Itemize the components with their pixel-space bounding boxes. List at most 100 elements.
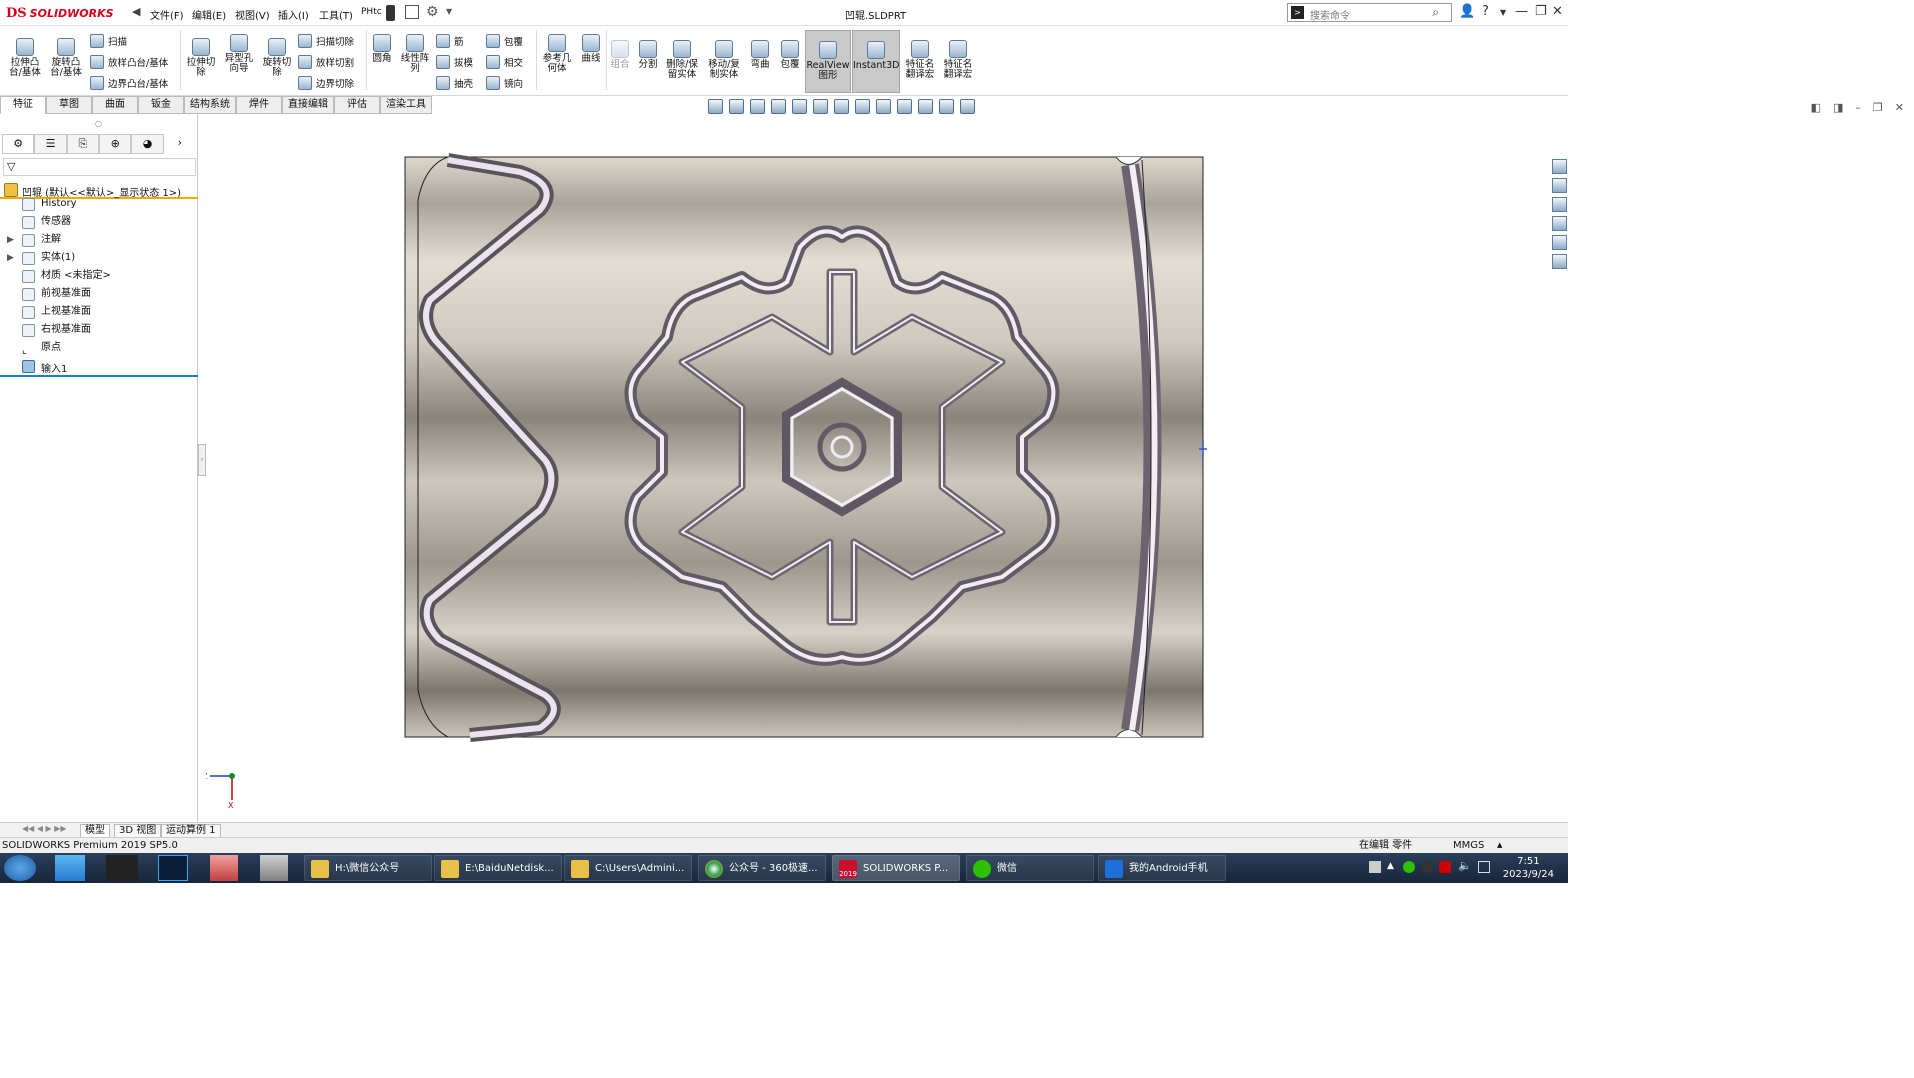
display-manager-tab-icon[interactable]: ◕ bbox=[131, 134, 164, 154]
tile-left-icon[interactable]: ◧ bbox=[1811, 101, 1821, 114]
tree-item-material[interactable]: 材质 <未指定> bbox=[0, 267, 198, 285]
menu-file[interactable]: 文件(F) bbox=[150, 7, 184, 22]
tree-item-annotations[interactable]: ▶ 注解 bbox=[0, 231, 198, 249]
tree-item-history[interactable]: History bbox=[0, 195, 198, 213]
previous-view-icon[interactable] bbox=[750, 99, 765, 114]
realview-graphics-button[interactable]: RealView 图形 bbox=[805, 30, 851, 93]
expand-panel-arrow-icon[interactable]: › bbox=[164, 134, 196, 154]
search-commands-field[interactable]: > 搜索命令 ⌕ bbox=[1287, 3, 1452, 22]
tab-scroll-arrows-icon[interactable]: ◀◀ ◀ ▶ ▶▶ bbox=[22, 824, 67, 833]
feature-name-macro-button[interactable]: 特征名 翻译宏 bbox=[902, 40, 938, 80]
start-button-icon[interactable] bbox=[4, 855, 36, 881]
restore-window-icon[interactable]: ❐ bbox=[1535, 4, 1547, 19]
view-orientation-icon[interactable] bbox=[813, 99, 828, 114]
tab-weldments[interactable]: 焊件 bbox=[236, 96, 282, 114]
curves-button[interactable]: 曲线 bbox=[578, 34, 604, 64]
sweep-button[interactable]: 扫描 bbox=[90, 34, 127, 48]
system-clock[interactable]: 7:51 2023/9/24 bbox=[1503, 855, 1554, 881]
taskbar-solidworks[interactable]: 2019 SOLIDWORKS P... bbox=[832, 855, 960, 881]
rib-button[interactable]: 筋 bbox=[436, 34, 464, 48]
custom-properties-icon[interactable] bbox=[1552, 254, 1567, 269]
appearances-scenes-icon[interactable] bbox=[1552, 235, 1567, 250]
monitor-icon[interactable] bbox=[960, 99, 975, 114]
tab-evaluate[interactable]: 评估 bbox=[334, 96, 380, 114]
tab-model[interactable]: 模型 bbox=[80, 824, 110, 838]
delete-keep-body-button[interactable]: 删除/保 留实体 bbox=[664, 40, 700, 80]
user-account-icon[interactable]: 👤 bbox=[1459, 4, 1475, 19]
menu-insert[interactable]: 插入(I) bbox=[278, 7, 309, 22]
tab-structure-system[interactable]: 结构系统 bbox=[184, 96, 236, 114]
view-palette-icon[interactable] bbox=[1552, 216, 1567, 231]
feature-manager-tab-icon[interactable]: ⚙ bbox=[2, 134, 35, 154]
help-dropdown-icon[interactable]: ▼ bbox=[1500, 8, 1506, 17]
menu-view[interactable]: 视图(V) bbox=[235, 7, 270, 22]
volume-icon[interactable]: 🔈 bbox=[1458, 859, 1472, 872]
apply-scene-icon[interactable] bbox=[897, 99, 912, 114]
linear-pattern-button[interactable]: 线性阵 列 bbox=[398, 34, 432, 74]
display-pane-icon[interactable] bbox=[939, 99, 954, 114]
photoshop-icon[interactable] bbox=[158, 855, 188, 881]
shell-button[interactable]: 抽壳 bbox=[436, 76, 473, 90]
edit-appearance-icon[interactable] bbox=[876, 99, 891, 114]
status-units[interactable]: MMGS bbox=[1453, 838, 1484, 853]
tab-features[interactable]: 特征 bbox=[0, 96, 46, 114]
taskbar-android-phone[interactable]: 我的Android手机 bbox=[1098, 855, 1226, 881]
tray-expand-icon[interactable]: ▲ bbox=[1387, 861, 1394, 871]
file-explorer-icon[interactable] bbox=[1552, 197, 1567, 212]
hide-show-items-icon[interactable] bbox=[855, 99, 870, 114]
revolve-boss-button[interactable]: 旋转凸 台/基体 bbox=[48, 38, 84, 78]
combine-button[interactable]: 组合 bbox=[608, 40, 632, 70]
tab-3d-views[interactable]: 3D 视图 bbox=[114, 824, 162, 838]
display-style-icon[interactable] bbox=[834, 99, 849, 114]
panel-grip-icon[interactable]: ○ bbox=[95, 119, 102, 128]
zoom-to-fit-icon[interactable] bbox=[708, 99, 723, 114]
sweep-cut-button[interactable]: 扫描切除 bbox=[298, 34, 354, 48]
tile-right-icon[interactable]: ◨ bbox=[1833, 101, 1843, 114]
draft-button[interactable]: 拔模 bbox=[436, 55, 473, 69]
units-dropdown-icon[interactable]: ▲ bbox=[1497, 838, 1502, 853]
wechat-tray-icon[interactable] bbox=[1403, 861, 1415, 873]
tab-render-tools[interactable]: 渲染工具 bbox=[380, 96, 432, 114]
options-panel-icon[interactable] bbox=[405, 5, 419, 19]
reference-geometry-button[interactable]: 参考几 何体 bbox=[540, 34, 574, 74]
solidworks-logo[interactable]: DS SOLIDWORKS bbox=[6, 3, 126, 23]
graphics-minimize-icon[interactable]: – bbox=[1855, 101, 1861, 114]
tab-sheet-metal[interactable]: 钣金 bbox=[138, 96, 184, 114]
ok-app-icon[interactable] bbox=[106, 855, 138, 881]
graphics-area[interactable]: Z X bbox=[206, 120, 1552, 822]
keyboard-icon[interactable] bbox=[1369, 861, 1381, 873]
hole-wizard-button[interactable]: 异型孔 向导 bbox=[222, 34, 256, 74]
menu-edit[interactable]: 编辑(E) bbox=[192, 7, 226, 22]
traffic-light-icon[interactable] bbox=[386, 5, 395, 21]
tree-item-import1-selected[interactable]: 输入1 bbox=[0, 357, 198, 377]
feature-name-macro-button-2[interactable]: 特征名 翻译宏 bbox=[940, 40, 976, 80]
taskbar-folder-users[interactable]: C:\Users\Admini... bbox=[564, 855, 692, 881]
view-settings-icon[interactable] bbox=[918, 99, 933, 114]
zoom-to-area-icon[interactable] bbox=[729, 99, 744, 114]
expand-arrow-icon[interactable]: ▶ bbox=[7, 249, 14, 267]
boundary-cut-button[interactable]: 边界切除 bbox=[298, 76, 354, 90]
menu-phtc[interactable]: PHtc bbox=[361, 7, 382, 17]
solidworks-resources-icon[interactable] bbox=[1552, 159, 1567, 174]
flex-button[interactable]: 弯曲 bbox=[748, 40, 772, 70]
wrap-button[interactable]: 包覆 bbox=[486, 34, 523, 48]
section-view-icon[interactable] bbox=[771, 99, 786, 114]
settings-gear-icon[interactable]: ⚙ bbox=[426, 4, 439, 20]
taskbar-folder-baidunetdisk[interactable]: E:\BaiduNetdisk... bbox=[434, 855, 562, 881]
intersect-button[interactable]: 相交 bbox=[486, 55, 523, 69]
loft-cut-button[interactable]: 放样切割 bbox=[298, 55, 354, 69]
menu-tools[interactable]: 工具(T) bbox=[319, 7, 353, 22]
revolve-cut-button[interactable]: 旋转切 除 bbox=[260, 38, 294, 78]
app-icon[interactable] bbox=[210, 855, 238, 881]
minimize-window-icon[interactable]: — bbox=[1515, 4, 1528, 19]
taskbar-360-browser[interactable]: 公众号 - 360极速... bbox=[698, 855, 826, 881]
extrude-cut-button[interactable]: 拉伸切 除 bbox=[185, 38, 217, 78]
boundary-boss-button[interactable]: 边界凸台/基体 bbox=[90, 76, 168, 90]
paint-tool-icon[interactable] bbox=[260, 855, 288, 881]
design-library-icon[interactable] bbox=[1552, 178, 1567, 193]
close-window-icon[interactable]: ✕ bbox=[1552, 4, 1563, 19]
move-copy-body-button[interactable]: 移动/复 制实体 bbox=[706, 40, 742, 80]
graphics-restore-icon[interactable]: ❐ bbox=[1873, 101, 1883, 114]
mirror-button[interactable]: 镜向 bbox=[486, 76, 523, 90]
app-tray-icon[interactable] bbox=[1439, 861, 1451, 873]
